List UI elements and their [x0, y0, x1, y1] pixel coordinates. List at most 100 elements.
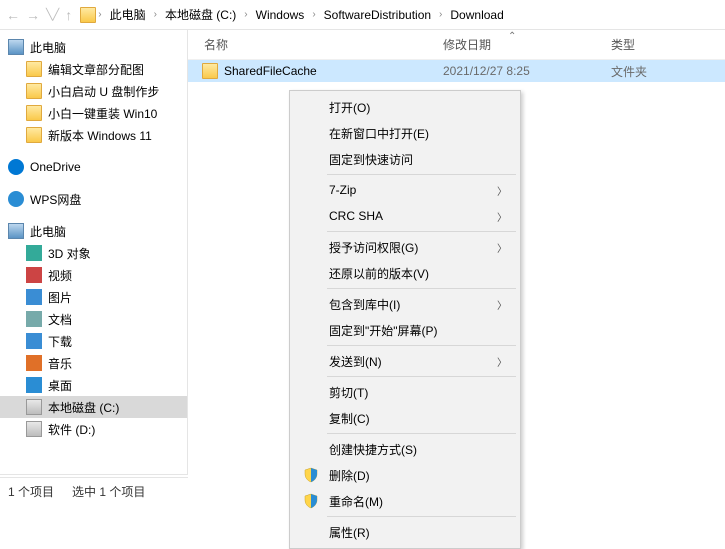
tree-label: WPS网盘	[30, 191, 81, 208]
breadcrumb-item[interactable]: Windows	[250, 1, 311, 29]
column-headers: 名称 修改日期 类型	[188, 30, 725, 60]
menu-item-label: 剪切(T)	[329, 384, 368, 401]
chevron-right-icon[interactable]: ›	[242, 9, 249, 20]
chevron-right-icon: 〉	[497, 297, 507, 312]
menu-item[interactable]: CRC SHA 〉	[293, 203, 517, 229]
folder-icon	[26, 105, 42, 121]
tree-label: 此电脑	[30, 39, 66, 56]
tree-label: 小白启动 U 盘制作步	[48, 83, 159, 100]
menu-item[interactable]: 复制(C)	[293, 405, 517, 431]
up-button[interactable]: ↑	[65, 7, 72, 23]
tree-item[interactable]: 新版本 Windows 11	[0, 124, 187, 146]
file-row-selected[interactable]: SharedFileCache 2021/12/27 8:25 文件夹	[188, 60, 725, 82]
tree-item[interactable]: 文档	[0, 308, 187, 330]
pc-icon	[8, 223, 24, 239]
recent-dropdown[interactable]: ╲╱	[46, 8, 59, 21]
pictures-icon	[26, 289, 42, 305]
menu-item-label: 固定到"开始"屏幕(P)	[329, 322, 438, 339]
menu-item-label: 发送到(N)	[329, 353, 382, 370]
tree-label: 3D 对象	[48, 245, 91, 262]
music-icon	[26, 355, 42, 371]
tree-onedrive[interactable]: OneDrive	[0, 156, 187, 178]
menu-item[interactable]: 还原以前的版本(V)	[293, 260, 517, 286]
menu-item-label: 属性(R)	[329, 524, 370, 541]
file-name: SharedFileCache	[224, 64, 317, 78]
forward-button[interactable]: →	[26, 7, 40, 23]
menu-item[interactable]: 固定到"开始"屏幕(P)	[293, 317, 517, 343]
menu-item-label: 固定到快速访问	[329, 151, 413, 168]
menu-item-label: 复制(C)	[329, 410, 370, 427]
tree-label: 小白一键重装 Win10	[48, 105, 157, 122]
menu-item[interactable]: 包含到库中(I)〉	[293, 291, 517, 317]
tree-label: 本地磁盘 (C:)	[48, 399, 119, 416]
tree-item[interactable]: 视频	[0, 264, 187, 286]
folder-icon	[26, 61, 42, 77]
menu-item[interactable]: 打开(O)	[293, 94, 517, 120]
tree-wps[interactable]: WPS网盘	[0, 188, 187, 210]
col-type-header[interactable]: 类型	[611, 36, 725, 53]
status-selected-count: 选中 1 个项目	[72, 483, 145, 500]
menu-item-label: 授予访问权限(G)	[329, 239, 418, 256]
disk-icon	[26, 399, 42, 415]
menu-item[interactable]: 发送到(N)〉	[293, 348, 517, 374]
file-date: 2021/12/27 8:25	[443, 64, 611, 78]
menu-divider	[327, 433, 516, 434]
col-name-header[interactable]: 名称	[188, 36, 443, 53]
menu-item[interactable]: 重命名(M)	[293, 488, 517, 514]
disk-icon	[26, 421, 42, 437]
chevron-right-icon[interactable]: ›	[96, 9, 103, 20]
breadcrumb-bar: ← → ╲╱ ↑ › 此电脑 › 本地磁盘 (C:) › Windows › S…	[0, 0, 725, 30]
menu-item-label: 7-Zip	[329, 183, 356, 197]
menu-item[interactable]: 创建快捷方式(S)	[293, 436, 517, 462]
tree-item[interactable]: 软件 (D:)	[0, 418, 187, 440]
menu-item[interactable]: 授予访问权限(G) 〉	[293, 234, 517, 260]
menu-item[interactable]: 固定到快速访问	[293, 146, 517, 172]
breadcrumb-item[interactable]: 本地磁盘 (C:)	[159, 1, 242, 29]
nav-buttons: ← → ╲╱ ↑	[4, 7, 80, 23]
menu-divider	[327, 376, 516, 377]
tree-item[interactable]: 桌面	[0, 374, 187, 396]
status-item-count: 1 个项目	[8, 483, 54, 500]
cloud-icon	[8, 159, 24, 175]
tree-item[interactable]: 下载	[0, 330, 187, 352]
tree-label: 文档	[48, 311, 72, 328]
tree-item[interactable]: 编辑文章部分配图	[0, 58, 187, 80]
tree-item-selected[interactable]: 本地磁盘 (C:)	[0, 396, 187, 418]
breadcrumb-item[interactable]: Download	[444, 1, 509, 29]
menu-item[interactable]: 剪切(T)	[293, 379, 517, 405]
menu-item-label: 删除(D)	[329, 467, 370, 484]
tree-item[interactable]: 音乐	[0, 352, 187, 374]
chevron-right-icon: 〉	[497, 240, 507, 255]
tree-quick-root[interactable]: 此电脑	[0, 36, 187, 58]
tree-item[interactable]: 小白启动 U 盘制作步	[0, 80, 187, 102]
folder-icon	[26, 83, 42, 99]
tree-label: 图片	[48, 289, 72, 306]
menu-item[interactable]: 删除(D)	[293, 462, 517, 488]
documents-icon	[26, 311, 42, 327]
menu-item-label: CRC SHA	[329, 209, 383, 223]
cloud-icon	[8, 191, 24, 207]
tree-thispc-root[interactable]: 此电脑	[0, 220, 187, 242]
pc-icon	[8, 39, 24, 55]
tree-item[interactable]: 小白一键重装 Win10	[0, 102, 187, 124]
menu-divider	[327, 288, 516, 289]
menu-divider	[327, 174, 516, 175]
chevron-right-icon[interactable]: ›	[437, 9, 444, 20]
chevron-right-icon[interactable]: ›	[310, 9, 317, 20]
breadcrumb-item[interactable]: 此电脑	[104, 1, 152, 29]
breadcrumb-item[interactable]: SoftwareDistribution	[318, 1, 437, 29]
chevron-right-icon[interactable]: ›	[152, 9, 159, 20]
chevron-right-icon: 〉	[497, 209, 507, 224]
tree-item[interactable]: 图片	[0, 286, 187, 308]
menu-item[interactable]: 属性(R)	[293, 519, 517, 545]
col-date-header[interactable]: 修改日期	[443, 36, 611, 53]
menu-item[interactable]: 在新窗口中打开(E)	[293, 120, 517, 146]
chevron-right-icon: 〉	[497, 183, 507, 198]
context-menu: 打开(O)在新窗口中打开(E)固定到快速访问7-Zip〉CRC SHA〉授予访问…	[289, 90, 521, 549]
downloads-icon	[26, 333, 42, 349]
back-button[interactable]: ←	[6, 7, 20, 23]
menu-item[interactable]: 7-Zip 〉	[293, 177, 517, 203]
folder-icon	[26, 127, 42, 143]
tree-label: 视频	[48, 267, 72, 284]
tree-item[interactable]: 3D 对象	[0, 242, 187, 264]
